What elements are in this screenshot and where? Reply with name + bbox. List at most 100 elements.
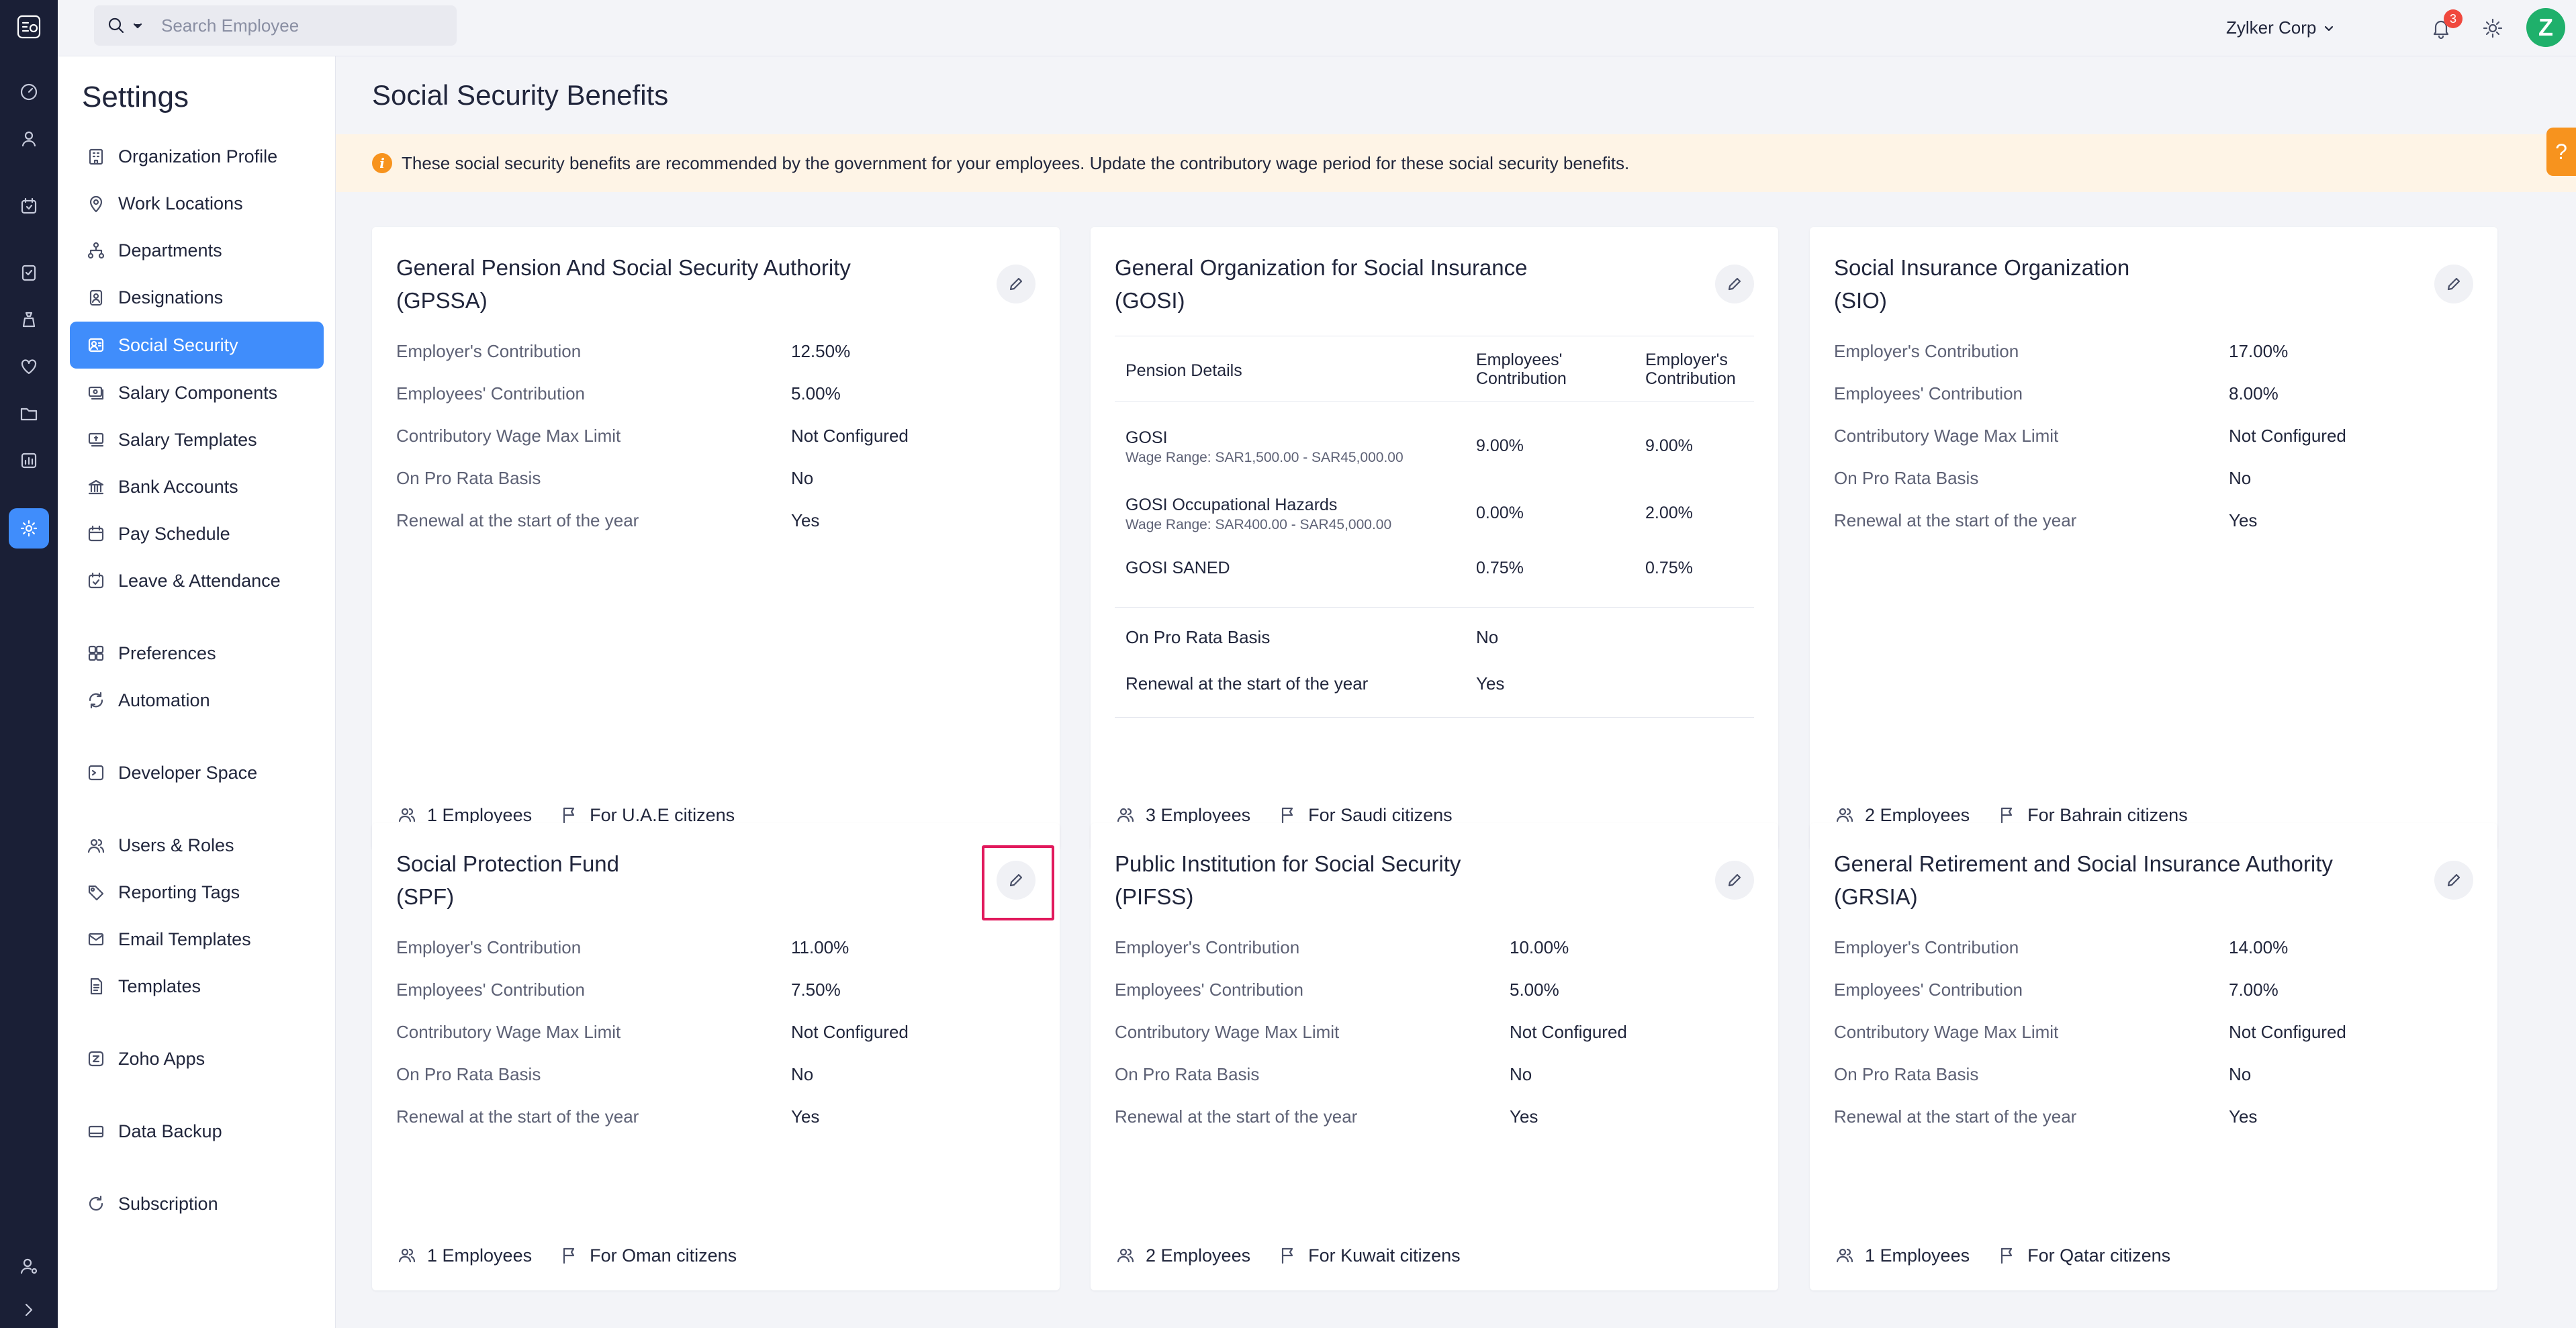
backup-icon	[88, 1125, 104, 1138]
sidebar-item-departments[interactable]: Departments	[70, 227, 324, 274]
row-employees-contribution: Employees' Contribution 5.00%	[1115, 980, 1559, 1000]
sidebar-item-automation[interactable]: Automation	[70, 677, 324, 724]
benefits-heart-icon[interactable]	[9, 346, 49, 387]
document-icon	[90, 978, 103, 995]
settings-gear-icon[interactable]	[9, 508, 49, 549]
approvals-icon[interactable]	[9, 252, 49, 293]
row-employees-contribution: Employees' Contribution 7.00%	[1834, 980, 2279, 1000]
table-row: GOSI Occupational Hazards Wage Range: SAR…	[1125, 495, 1693, 532]
flag-icon	[2000, 1247, 2013, 1264]
profile-icon[interactable]	[9, 1246, 49, 1286]
documents-folder-icon[interactable]	[9, 393, 49, 434]
pay-runs-icon[interactable]	[9, 186, 49, 226]
app-logo-icon[interactable]	[9, 7, 49, 47]
sidebar-item-email-templates[interactable]: Email Templates	[70, 916, 324, 963]
main-content: Social Security Benefits i These social …	[336, 56, 2576, 1328]
pencil-icon	[1009, 873, 1023, 887]
sidebar-item-label: Bank Accounts	[118, 476, 238, 497]
leave-icon	[88, 572, 104, 589]
card-title: General Retirement and Social Insurance …	[1834, 851, 2333, 909]
row-employer-contribution: Employer's Contribution 14.00%	[1834, 937, 2289, 957]
expand-chevron-icon[interactable]	[9, 1290, 49, 1328]
edit-button[interactable]	[2434, 861, 2473, 900]
search-input[interactable]	[161, 15, 443, 36]
email-icon	[88, 933, 104, 946]
sidebar-item-subscription[interactable]: Subscription	[70, 1180, 324, 1227]
row-employer-contribution: Employer's Contribution 11.00%	[396, 937, 849, 957]
row-wage-max-limit: Contributory Wage Max Limit Not Configure…	[1834, 1022, 2346, 1042]
sidebar-item-preferences[interactable]: Preferences	[70, 630, 324, 677]
sidebar-item-salary-components[interactable]: Salary Components	[70, 369, 324, 416]
sidebar-item-work-locations[interactable]: Work Locations	[70, 180, 324, 227]
card-title: Public Institution for Social Security (P…	[1115, 851, 1461, 909]
developer-icon	[88, 765, 104, 781]
card-sio: Social Insurance Organization (SIO) Emplo…	[1810, 227, 2497, 850]
edit-button[interactable]	[1715, 265, 1754, 303]
sidebar-item-developer-space[interactable]: Developer Space	[70, 749, 324, 796]
users-icon	[1117, 1248, 1134, 1263]
org-chart-icon	[87, 242, 105, 259]
sidebar-item-label: Templates	[118, 976, 201, 996]
org-name: Zylker Corp	[2226, 17, 2317, 38]
card-spf: Social Protection Fund (SPF) Employer's C…	[372, 823, 1060, 1290]
row-renewal: Renewal at the start of the year Yes	[1834, 510, 2258, 530]
row-wage-max-limit: Contributory Wage Max Limit Not Configure…	[396, 426, 909, 446]
sidebar-item-designations[interactable]: Designations	[70, 274, 324, 321]
banner-text: These social security benefits are recom…	[402, 152, 1630, 173]
employee-count: 1 Employees	[427, 1245, 533, 1266]
org-switcher[interactable]: Zylker Corp	[2226, 17, 2335, 38]
card-pifss: Public Institution for Social Security (P…	[1091, 823, 1778, 1290]
row-wage-max-limit: Contributory Wage Max Limit Not Configure…	[396, 1022, 909, 1042]
sidebar-item-social-security[interactable]: Social Security	[70, 322, 324, 369]
row-renewal: Renewal at the start of the year Yes	[396, 1106, 820, 1127]
search-box[interactable]	[94, 5, 457, 46]
row-employer-contribution: Employer's Contribution 12.50%	[396, 341, 851, 361]
sidebar-item-zoho-apps[interactable]: Zoho Apps	[70, 1035, 324, 1082]
employee-count: 2 Employees	[1865, 804, 1970, 825]
calendar-icon	[88, 525, 104, 542]
edit-button[interactable]	[997, 265, 1036, 303]
settings-title: Settings	[82, 81, 189, 113]
sidebar-item-label: Salary Components	[118, 382, 278, 403]
edit-button[interactable]	[982, 845, 1054, 920]
sidebar-item-leave-attendance[interactable]: Leave & Attendance	[70, 557, 324, 604]
card-gosi: General Organization for Social Insuranc…	[1091, 227, 1778, 850]
help-button[interactable]: ?	[2546, 128, 2576, 176]
sidebar-item-data-backup[interactable]: Data Backup	[70, 1108, 324, 1155]
sidebar-item-pay-schedule[interactable]: Pay Schedule	[70, 510, 324, 557]
card-footer: 2 Employees For Kuwait citizens	[1115, 1245, 1461, 1266]
table-row: GOSI Wage Range: SAR1,500.00 - SAR45,000.…	[1125, 428, 1693, 465]
users-icon	[87, 839, 105, 853]
sidebar-item-templates[interactable]: Templates	[70, 963, 324, 1010]
citizens-label: For U.A.E citizens	[590, 804, 735, 825]
info-banner: i These social security benefits are rec…	[336, 134, 2576, 192]
sidebar-item-label: Organization Profile	[118, 146, 278, 167]
dashboard-icon[interactable]	[9, 72, 49, 112]
subscription-icon	[89, 1195, 103, 1211]
users-icon	[398, 1248, 416, 1263]
sidebar-item-users-roles[interactable]: Users & Roles	[70, 822, 324, 869]
card-footer: 1 Employees For Oman citizens	[396, 1245, 737, 1266]
sidebar-item-bank-accounts[interactable]: Bank Accounts	[70, 463, 324, 510]
row-wage-max-limit: Contributory Wage Max Limit Not Configure…	[1834, 426, 2346, 446]
sidebar-item-salary-templates[interactable]: Salary Templates	[70, 416, 324, 463]
loans-icon[interactable]	[9, 299, 49, 340]
employees-icon[interactable]	[9, 119, 49, 159]
zoho-apps-icon	[88, 1051, 104, 1067]
sidebar-item-label: Email Templates	[118, 929, 251, 949]
sidebar-item-reporting-tags[interactable]: Reporting Tags	[70, 869, 324, 916]
settings-icon[interactable]	[2481, 16, 2505, 40]
search-scope-caret-icon[interactable]	[132, 19, 144, 32]
edit-button[interactable]	[2434, 265, 2473, 303]
edit-button[interactable]	[1715, 861, 1754, 900]
sidebar-item-label: Preferences	[118, 643, 216, 663]
reports-icon[interactable]	[9, 440, 49, 481]
sidebar-item-label: Social Security	[118, 334, 238, 355]
sidebar-item-label: Data Backup	[118, 1121, 222, 1141]
search-icon[interactable]	[106, 15, 126, 36]
sidebar-item-organization-profile[interactable]: Organization Profile	[70, 133, 324, 180]
sidebar-item-label: Users & Roles	[118, 835, 234, 855]
notification-count-badge: 3	[2444, 9, 2463, 28]
citizens-label: For Saudi citizens	[1308, 804, 1453, 825]
user-avatar[interactable]: Z	[2526, 8, 2565, 47]
